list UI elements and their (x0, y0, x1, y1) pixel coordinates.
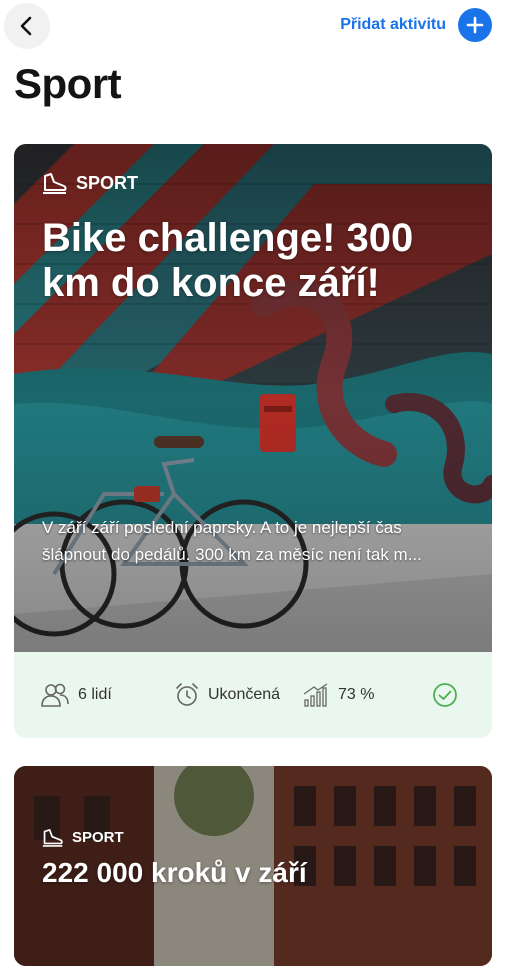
status-label: Ukončená (208, 686, 281, 703)
people-icon (41, 683, 69, 707)
participants-count: 6 lidí (78, 686, 112, 703)
category-label: SPORT (72, 829, 124, 846)
sneaker-icon (42, 829, 63, 847)
page-title: Sport (14, 60, 122, 107)
chevron-left-icon (20, 16, 32, 36)
progress-value: 73 % (338, 686, 375, 703)
category-tag: SPORT (42, 828, 124, 847)
card-title: 222 000 kroků v září (42, 857, 307, 888)
card-stats: 6 lidí Ukončená 73 % (14, 652, 492, 738)
card-description: V září září poslední paprsky. A to je ne… (42, 518, 422, 564)
category-label: SPORT (76, 172, 139, 193)
progress-stat: 73 % (302, 682, 374, 708)
completed-indicator (432, 682, 458, 708)
status-stat: Ukončená (174, 682, 280, 708)
activity-card[interactable]: SPORT 222 000 kroků v září (14, 766, 492, 966)
activity-card[interactable]: SPORT Bike challenge! 300 km do konce zá… (14, 144, 492, 738)
add-activity-button[interactable] (458, 8, 492, 42)
bar-chart-icon (303, 683, 328, 707)
back-button[interactable] (4, 3, 50, 49)
category-tag: SPORT (42, 172, 138, 194)
alarm-clock-icon (176, 683, 198, 706)
check-circle-icon (433, 683, 457, 707)
add-activity-label[interactable]: Přidat aktivitu (340, 16, 446, 34)
participants-stat: 6 lidí (40, 682, 112, 708)
card-title: Bike challenge! 300 km do konce září! (42, 216, 414, 305)
plus-icon (466, 16, 484, 34)
add-activity[interactable]: Přidat aktivitu (340, 8, 492, 42)
top-bar: Přidat aktivitu (0, 0, 506, 52)
card-hero-image: SPORT Bike challenge! 300 km do konce zá… (14, 144, 492, 652)
sneaker-icon (43, 173, 67, 194)
